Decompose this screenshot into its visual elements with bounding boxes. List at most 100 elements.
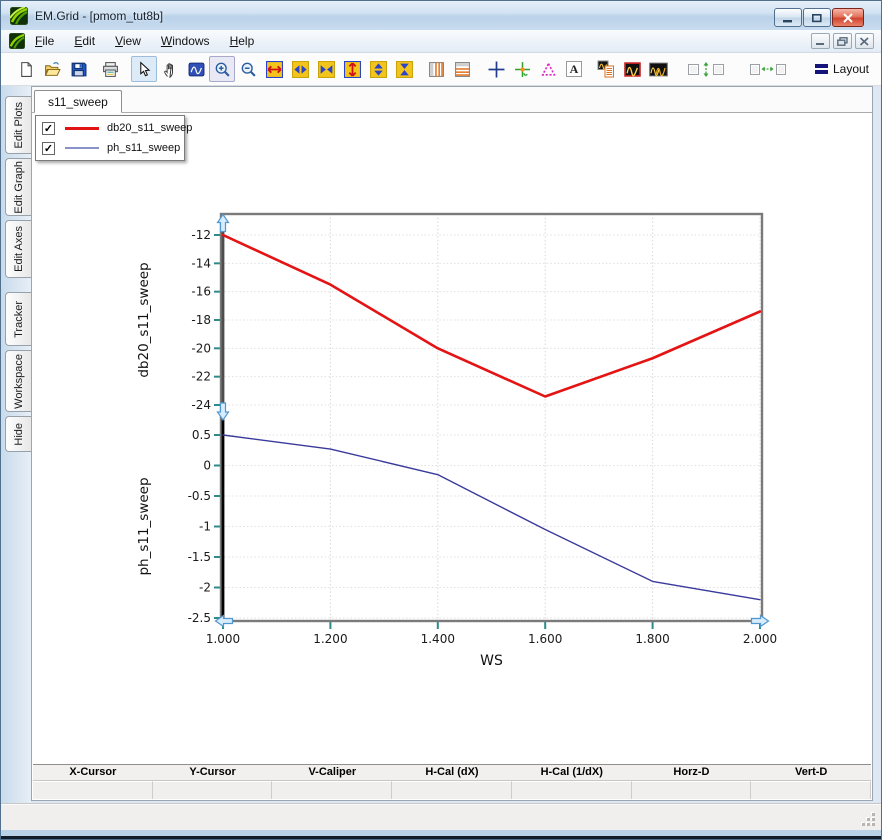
client-area: Edit Plots Edit Graph Edit Axes Tracker …: [1, 86, 881, 803]
vertical-grid-button[interactable]: [423, 56, 449, 82]
crosshair-icon: [488, 61, 505, 78]
svg-text:0: 0: [203, 459, 211, 473]
tracker-button[interactable]: [509, 56, 535, 82]
menu-bar: File Edit View Windows Help: [1, 30, 881, 53]
multi-trace-button[interactable]: [645, 56, 671, 82]
toolbar: A: [1, 53, 881, 86]
caliper-triangle-icon: [540, 61, 557, 78]
y-axis-title: db20_s11_sweep: [136, 262, 152, 377]
close-icon: [842, 13, 854, 23]
app-window: EM.Grid - [pmom_tut8b] File Edit View Wi…: [0, 0, 882, 840]
series-ph_s11_sweep: [223, 435, 760, 600]
menu-edit[interactable]: Edit: [64, 31, 105, 51]
menu-file[interactable]: File: [25, 31, 64, 51]
close-button[interactable]: [832, 8, 864, 27]
sync-vertical-right-checkbox[interactable]: [713, 64, 724, 75]
zoom-in-icon: [214, 61, 231, 78]
caliper-button[interactable]: [535, 56, 561, 82]
resize-grip[interactable]: [861, 812, 875, 826]
sidebar-tab-label: Edit Graph: [13, 161, 25, 214]
new-file-icon: [18, 61, 35, 78]
sidebar-tab-tracker[interactable]: Tracker: [5, 292, 31, 346]
pan-button[interactable]: [157, 56, 183, 82]
open-file-button[interactable]: [39, 56, 65, 82]
zoom-in-button[interactable]: [209, 56, 235, 82]
sync-horizontal-control[interactable]: [749, 56, 787, 82]
svg-text:-1.5: -1.5: [188, 550, 211, 564]
horizontal-grid-button[interactable]: [449, 56, 475, 82]
mdi-system-menu-icon[interactable]: [9, 33, 25, 49]
sync-vertical-control[interactable]: [687, 56, 725, 82]
expand-x-button[interactable]: [261, 56, 287, 82]
zoom-out-button[interactable]: [235, 56, 261, 82]
expand-y-button[interactable]: [339, 56, 365, 82]
menu-help[interactable]: Help: [220, 31, 265, 51]
app-icon[interactable]: [10, 7, 28, 25]
tracker-column-header: Y-Cursor: [153, 765, 273, 780]
menu-windows[interactable]: Windows: [151, 31, 220, 51]
mdi-close-icon: [859, 37, 870, 46]
tracker-value-cell: [751, 781, 871, 799]
print-button[interactable]: [97, 56, 123, 82]
svg-text:1.000: 1.000: [206, 632, 240, 646]
plot-canvas[interactable]: -12-14-16-18-20-22-240.50-0.5-1-1.5-2-2.…: [32, 113, 872, 733]
single-trace-button[interactable]: [619, 56, 645, 82]
svg-text:-20: -20: [191, 341, 211, 355]
sync-vertical-left-checkbox[interactable]: [688, 64, 699, 75]
sync-vertical-arrows-icon: [700, 61, 712, 78]
svg-text:-16: -16: [191, 285, 211, 299]
menu-view[interactable]: View: [105, 31, 151, 51]
tracker-column-header: V-Caliper: [272, 765, 392, 780]
legend-color-sample: [65, 127, 99, 130]
shrink-x-button[interactable]: [313, 56, 339, 82]
tracker-table-values: [33, 781, 871, 799]
mdi-restore-button[interactable]: [833, 33, 852, 49]
legend-checkbox[interactable]: ✓: [42, 142, 55, 155]
sidebar-tab-edit-axes[interactable]: Edit Axes: [5, 220, 31, 278]
tab-s11-sweep[interactable]: s11_sweep: [34, 90, 122, 113]
save-floppy-icon: [70, 61, 87, 78]
sidebar-tab-edit-graph[interactable]: Edit Graph: [5, 158, 31, 216]
svg-text:-0.5: -0.5: [188, 489, 211, 503]
save-button[interactable]: [65, 56, 91, 82]
text-annotation-button[interactable]: A: [561, 56, 587, 82]
layout-icon: [815, 63, 828, 75]
select-cursor-button[interactable]: [131, 56, 157, 82]
stretch-x-button[interactable]: [287, 56, 313, 82]
sidebar-tab-edit-plots[interactable]: Edit Plots: [5, 96, 31, 154]
legend-color-sample: [65, 147, 99, 149]
layout-button[interactable]: Layout: [815, 62, 869, 76]
maximize-button[interactable]: [803, 8, 831, 27]
svg-text:-12: -12: [191, 228, 211, 242]
stretch-y-button[interactable]: [365, 56, 391, 82]
tracker-table-header: X-CursorY-CursorV-CaliperH-Cal (dX)H-Cal…: [33, 765, 871, 781]
mdi-close-button[interactable]: [855, 33, 874, 49]
plot-frame: [221, 214, 762, 621]
sidebar-tab-workspace[interactable]: Workspace: [5, 350, 31, 412]
svg-text:1.800: 1.800: [635, 632, 669, 646]
mdi-restore-icon: [837, 37, 848, 46]
sidebar-tab-label: Tracker: [13, 301, 25, 338]
legend-label: ph_s11_sweep: [107, 142, 180, 154]
plot-report-button[interactable]: [593, 56, 619, 82]
sidebar-tab-hide[interactable]: Hide: [5, 416, 31, 452]
svg-text:0.5: 0.5: [192, 428, 211, 442]
document-tab-strip: s11_sweep: [32, 87, 872, 113]
legend-item: ✓ ph_s11_sweep: [36, 138, 184, 158]
sync-horizontal-right-checkbox[interactable]: [776, 64, 786, 75]
new-file-button[interactable]: [13, 56, 39, 82]
sync-horizontal-left-checkbox[interactable]: [750, 64, 760, 75]
legend-checkbox[interactable]: ✓: [42, 122, 55, 135]
zoom-region-button[interactable]: [183, 56, 209, 82]
axis-up-arrow[interactable]: [218, 215, 229, 232]
crosshair-button[interactable]: [483, 56, 509, 82]
mdi-minimize-button[interactable]: [811, 33, 830, 49]
expand-y-icon: [344, 61, 361, 78]
svg-text:-22: -22: [191, 370, 211, 384]
axis-right-arrow[interactable]: [752, 616, 769, 627]
title-bar: EM.Grid - [pmom_tut8b]: [1, 1, 881, 30]
svg-text:-24: -24: [191, 398, 211, 412]
tracker-readout-table: X-CursorY-CursorV-CaliperH-Cal (dX)H-Cal…: [33, 764, 871, 799]
minimize-button[interactable]: [774, 8, 802, 27]
shrink-y-button[interactable]: [391, 56, 417, 82]
